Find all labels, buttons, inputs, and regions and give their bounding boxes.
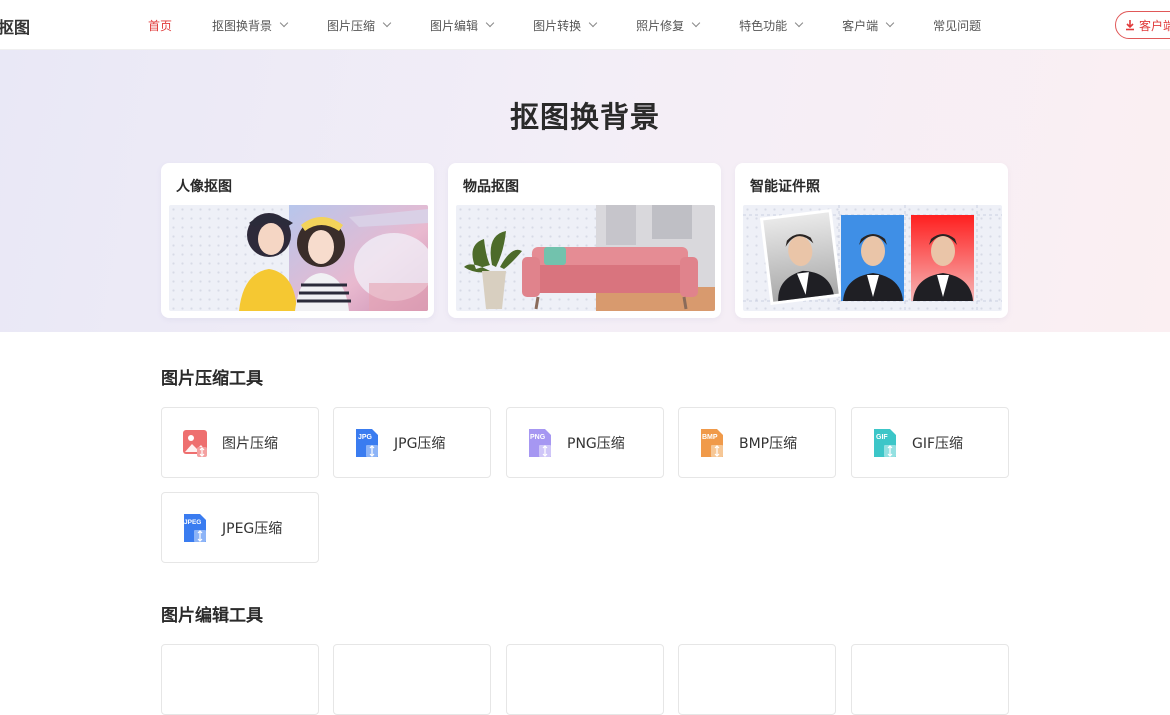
- tool-label: 图片压缩: [222, 435, 278, 452]
- tool-label: GIF压缩: [912, 435, 964, 452]
- nav-home-label: 首页: [148, 18, 173, 33]
- gif-compress-tool[interactable]: GIF GIF压缩: [851, 407, 1009, 478]
- tool-label: JPG压缩: [394, 435, 446, 452]
- edit-tool-card[interactable]: [678, 644, 836, 715]
- nav-edit[interactable]: 图片编辑: [430, 17, 495, 34]
- edit-tool-card[interactable]: [851, 644, 1009, 715]
- compress-section-title: 图片压缩工具: [161, 369, 263, 389]
- bmp-compress-tool[interactable]: BMP BMP压缩: [678, 407, 836, 478]
- svg-text:PNG: PNG: [530, 434, 546, 441]
- main-nav: 首页 抠图换背景 图片压缩 图片编辑 图片转换 照片修复 特色功能 客户端 常见…: [148, 0, 981, 50]
- nav-convert-label: 图片转换: [533, 18, 582, 33]
- portrait-cutout-card[interactable]: 人像抠图: [161, 163, 434, 318]
- client-button-label: 客户端: [1139, 18, 1170, 33]
- id-photo-preview-image: [743, 205, 1002, 311]
- card-title: 物品抠图: [463, 179, 519, 195]
- tool-label: JPEG压缩: [222, 520, 283, 537]
- nav-convert[interactable]: 图片转换: [533, 17, 598, 34]
- tool-label: PNG压缩: [567, 435, 625, 452]
- nav-features-label: 特色功能: [739, 18, 788, 33]
- edit-tool-card[interactable]: [161, 644, 319, 715]
- chevron-down-icon: [588, 18, 598, 28]
- nav-repair-label: 照片修复: [636, 18, 685, 33]
- chevron-down-icon: [691, 18, 701, 28]
- chevron-down-icon: [794, 18, 804, 28]
- tool-label: BMP压缩: [739, 435, 798, 452]
- sofa-preview-image: [456, 205, 715, 311]
- image-compress-tool[interactable]: 图片压缩: [161, 407, 319, 478]
- jpg-compress-tool[interactable]: JPG JPG压缩: [333, 407, 491, 478]
- nav-compress-label: 图片压缩: [327, 18, 376, 33]
- edit-tool-card[interactable]: [506, 644, 664, 715]
- nav-cutout-label: 抠图换背景: [212, 18, 273, 33]
- site-logo[interactable]: 抠图: [0, 14, 30, 38]
- object-cutout-card[interactable]: 物品抠图: [448, 163, 721, 318]
- client-download-button[interactable]: 客户端: [1115, 11, 1170, 39]
- chevron-down-icon: [382, 18, 392, 28]
- svg-text:JPEG: JPEG: [184, 519, 201, 526]
- nav-client-label: 客户端: [842, 18, 879, 33]
- chevron-down-icon: [885, 18, 895, 28]
- hero-title: 抠图换背景: [509, 100, 660, 134]
- nav-features[interactable]: 特色功能: [739, 17, 804, 34]
- nav-home[interactable]: 首页: [148, 17, 172, 34]
- chevron-down-icon: [279, 18, 289, 28]
- jpeg-icon: JPEG: [184, 513, 206, 542]
- jpeg-compress-tool[interactable]: JPEG JPEG压缩: [161, 492, 319, 563]
- svg-text:GIF: GIF: [876, 434, 888, 441]
- nav-repair[interactable]: 照片修复: [636, 17, 701, 34]
- nav-faq[interactable]: 常见问题: [933, 17, 981, 34]
- download-icon: [1126, 20, 1134, 31]
- bmp-icon: BMP: [701, 428, 723, 457]
- card-title: 人像抠图: [176, 179, 232, 195]
- svg-text:JPG: JPG: [358, 434, 373, 441]
- jpg-icon: JPG: [356, 428, 378, 457]
- chevron-down-icon: [485, 18, 495, 28]
- nav-edit-label: 图片编辑: [430, 18, 479, 33]
- edit-section-title: 图片编辑工具: [161, 606, 263, 626]
- png-compress-tool[interactable]: PNG PNG压缩: [506, 407, 664, 478]
- nav-cutout[interactable]: 抠图换背景: [212, 17, 289, 34]
- image-compress-icon: [183, 429, 207, 457]
- id-photo-card[interactable]: 智能证件照: [735, 163, 1008, 318]
- nav-compress[interactable]: 图片压缩: [327, 17, 392, 34]
- top-header: 抠图 首页 抠图换背景 图片压缩 图片编辑 图片转换 照片修复 特色功能 客户端…: [0, 0, 1170, 50]
- nav-faq-label: 常见问题: [933, 18, 982, 33]
- edit-tool-card[interactable]: [333, 644, 491, 715]
- svg-text:BMP: BMP: [702, 434, 718, 441]
- hero-banner: 抠图换背景 人像抠图 物品抠图 智能证件照: [0, 50, 1170, 332]
- card-title: 智能证件照: [750, 179, 820, 195]
- gif-icon: GIF: [874, 428, 896, 457]
- portrait-preview-image: [169, 205, 428, 311]
- nav-client[interactable]: 客户端: [842, 17, 895, 34]
- png-icon: PNG: [529, 428, 551, 457]
